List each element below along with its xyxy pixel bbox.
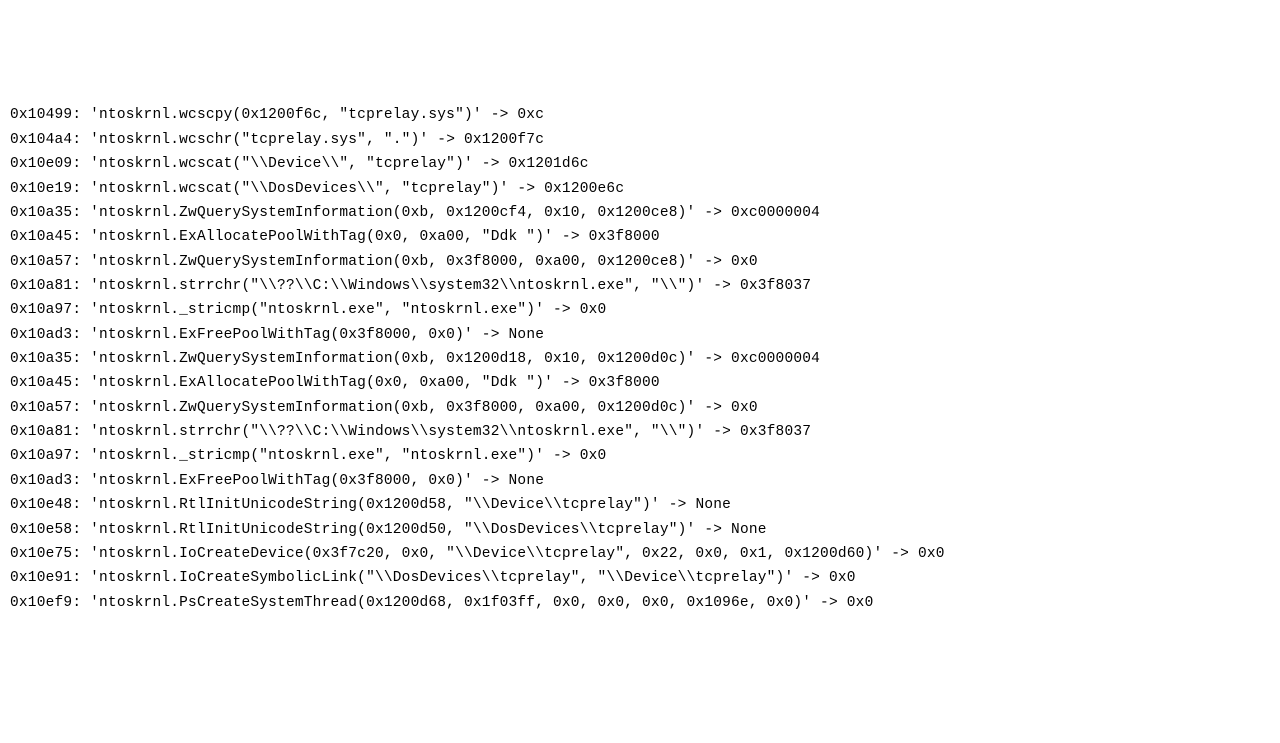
trace-call: ntoskrnl.ExFreePoolWithTag(0x3f8000, 0x0… [99,327,464,343]
trace-line: 0x104a4: 'ntoskrnl.wcschr("tcprelay.sys"… [10,128,1270,152]
trace-return: 0x3f8037 [740,424,811,440]
trace-address: 0x10a57 [10,400,72,416]
trace-return: None [509,327,545,343]
trace-call: ntoskrnl.ZwQuerySystemInformation(0xb, 0… [99,400,687,416]
trace-address: 0x10a81 [10,424,72,440]
trace-address: 0x10ad3 [10,473,72,489]
trace-return: 0x3f8037 [740,278,811,294]
trace-line: 0x10a81: 'ntoskrnl.strrchr("\\??\\C:\\Wi… [10,274,1270,298]
trace-line: 0x10a97: 'ntoskrnl._stricmp("ntoskrnl.ex… [10,298,1270,322]
trace-return: 0xc0000004 [731,351,820,367]
trace-return: 0x3f8000 [589,375,660,391]
trace-line: 0x10a57: 'ntoskrnl.ZwQuerySystemInformat… [10,396,1270,420]
trace-line: 0x10a45: 'ntoskrnl.ExAllocatePoolWithTag… [10,225,1270,249]
trace-address: 0x10e75 [10,546,72,562]
trace-address: 0x10ad3 [10,327,72,343]
trace-return: 0xc0000004 [731,205,820,221]
trace-address: 0x10499 [10,107,72,123]
trace-return: 0x1200f7c [464,132,544,148]
trace-call: ntoskrnl.ZwQuerySystemInformation(0xb, 0… [99,254,687,270]
trace-address: 0x104a4 [10,132,72,148]
trace-address: 0x10a97 [10,302,72,318]
trace-call: ntoskrnl.wcscpy(0x1200f6c, "tcprelay.sys… [99,107,473,123]
trace-return: None [695,497,731,513]
trace-line: 0x10a97: 'ntoskrnl._stricmp("ntoskrnl.ex… [10,444,1270,468]
trace-address: 0x10e48 [10,497,72,513]
trace-line: 0x10e48: 'ntoskrnl.RtlInitUnicodeString(… [10,493,1270,517]
trace-call: ntoskrnl.wcschr("tcprelay.sys", ".") [99,132,419,148]
trace-address: 0x10e09 [10,156,72,172]
trace-address: 0x10ef9 [10,595,72,611]
trace-address: 0x10a81 [10,278,72,294]
trace-line: 0x10a57: 'ntoskrnl.ZwQuerySystemInformat… [10,250,1270,274]
trace-line: 0x10499: 'ntoskrnl.wcscpy(0x1200f6c, "tc… [10,103,1270,127]
trace-return: 0x1200e6c [544,181,624,197]
trace-address: 0x10a35 [10,351,72,367]
trace-call: ntoskrnl.IoCreateSymbolicLink("\\DosDevi… [99,570,784,586]
trace-call: ntoskrnl._stricmp("ntoskrnl.exe", "ntosk… [99,302,535,318]
trace-address: 0x10a57 [10,254,72,270]
trace-call: ntoskrnl.ZwQuerySystemInformation(0xb, 0… [99,351,687,367]
trace-call: ntoskrnl.wcscat("\\DosDevices\\", "tcpre… [99,181,500,197]
trace-address: 0x10a45 [10,229,72,245]
trace-return: 0x0 [731,254,758,270]
trace-call: ntoskrnl._stricmp("ntoskrnl.exe", "ntosk… [99,448,535,464]
trace-call: ntoskrnl.RtlInitUnicodeString(0x1200d58,… [99,497,651,513]
trace-line: 0x10a45: 'ntoskrnl.ExAllocatePoolWithTag… [10,371,1270,395]
trace-output: 0x10499: 'ntoskrnl.wcscpy(0x1200f6c, "tc… [10,103,1270,615]
trace-return: 0x0 [731,400,758,416]
trace-line: 0x10ad3: 'ntoskrnl.ExFreePoolWithTag(0x3… [10,469,1270,493]
trace-call: ntoskrnl.IoCreateDevice(0x3f7c20, 0x0, "… [99,546,873,562]
trace-return: 0x0 [847,595,874,611]
trace-call: ntoskrnl.ExAllocatePoolWithTag(0x0, 0xa0… [99,375,544,391]
trace-call: ntoskrnl.ZwQuerySystemInformation(0xb, 0… [99,205,687,221]
trace-return: 0x0 [580,302,607,318]
trace-return: 0x0 [829,570,856,586]
trace-return: 0xc [517,107,544,123]
trace-line: 0x10a35: 'ntoskrnl.ZwQuerySystemInformat… [10,201,1270,225]
trace-line: 0x10a81: 'ntoskrnl.strrchr("\\??\\C:\\Wi… [10,420,1270,444]
trace-line: 0x10a35: 'ntoskrnl.ZwQuerySystemInformat… [10,347,1270,371]
trace-line: 0x10ef9: 'ntoskrnl.PsCreateSystemThread(… [10,591,1270,615]
trace-line: 0x10e58: 'ntoskrnl.RtlInitUnicodeString(… [10,518,1270,542]
trace-call: ntoskrnl.ExFreePoolWithTag(0x3f8000, 0x0… [99,473,464,489]
trace-line: 0x10e91: 'ntoskrnl.IoCreateSymbolicLink(… [10,566,1270,590]
trace-call: ntoskrnl.ExAllocatePoolWithTag(0x0, 0xa0… [99,229,544,245]
trace-address: 0x10a97 [10,448,72,464]
trace-return: 0x0 [580,448,607,464]
trace-address: 0x10e19 [10,181,72,197]
trace-call: ntoskrnl.wcscat("\\Device\\", "tcprelay"… [99,156,464,172]
trace-call: ntoskrnl.PsCreateSystemThread(0x1200d68,… [99,595,802,611]
trace-address: 0x10a35 [10,205,72,221]
trace-line: 0x10ad3: 'ntoskrnl.ExFreePoolWithTag(0x3… [10,323,1270,347]
trace-address: 0x10a45 [10,375,72,391]
trace-address: 0x10e91 [10,570,72,586]
trace-line: 0x10e09: 'ntoskrnl.wcscat("\\Device\\", … [10,152,1270,176]
trace-return: 0x3f8000 [589,229,660,245]
trace-return: 0x1201d6c [509,156,589,172]
trace-return: 0x0 [918,546,945,562]
trace-call: ntoskrnl.strrchr("\\??\\C:\\Windows\\sys… [99,278,695,294]
trace-line: 0x10e19: 'ntoskrnl.wcscat("\\DosDevices\… [10,177,1270,201]
trace-return: None [509,473,545,489]
trace-call: ntoskrnl.strrchr("\\??\\C:\\Windows\\sys… [99,424,695,440]
trace-line: 0x10e75: 'ntoskrnl.IoCreateDevice(0x3f7c… [10,542,1270,566]
